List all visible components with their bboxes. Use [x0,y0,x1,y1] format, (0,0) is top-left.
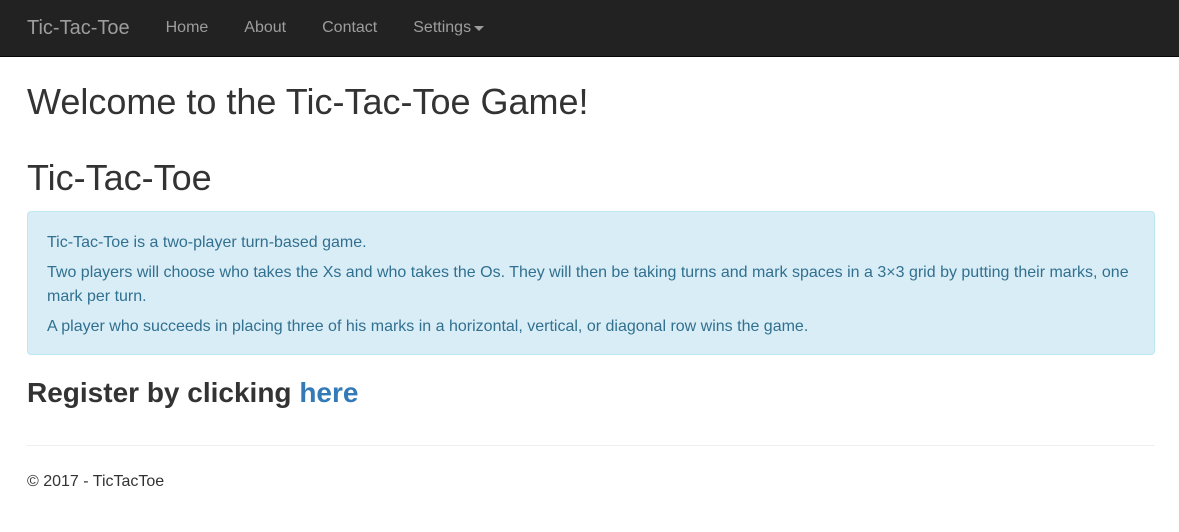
brand-link[interactable]: Tic-Tac-Toe [27,17,130,40]
register-prefix: Register by clicking [27,377,300,408]
game-description-box: Tic-Tac-Toe is a two-player turn-based g… [27,211,1155,355]
footer-copyright: © 2017 - TicTacToe [27,473,165,490]
nav-item-label: About [244,19,287,36]
nav-item-about[interactable]: About [226,19,304,37]
footer-divider [27,445,1155,446]
description-paragraph: Two players will choose who takes the Xs… [47,264,1129,305]
description-paragraph: Tic-Tac-Toe is a two-player turn-based g… [47,234,367,251]
nav-item-contact[interactable]: Contact [304,19,395,37]
nav-item-settings-dropdown[interactable]: Settings [395,19,502,37]
register-prompt: Register by clicking here [27,377,1155,409]
nav-item-home[interactable]: Home [148,19,227,37]
nav-item-label: Contact [322,19,378,36]
caret-down-icon [474,25,485,31]
main-content: Welcome to the Tic-Tac-Toe Game! Tic-Tac… [0,81,1179,491]
nav-item-label: Settings [413,19,472,36]
welcome-heading: Welcome to the Tic-Tac-Toe Game! [27,81,589,122]
top-navbar: Tic-Tac-Toe Home About Contact Settings [0,0,1179,57]
nav-item-label: Home [165,19,209,36]
description-paragraph: A player who succeeds in placing three o… [47,318,809,335]
register-link[interactable]: here [299,377,358,408]
game-heading: Tic-Tac-Toe [27,157,212,198]
